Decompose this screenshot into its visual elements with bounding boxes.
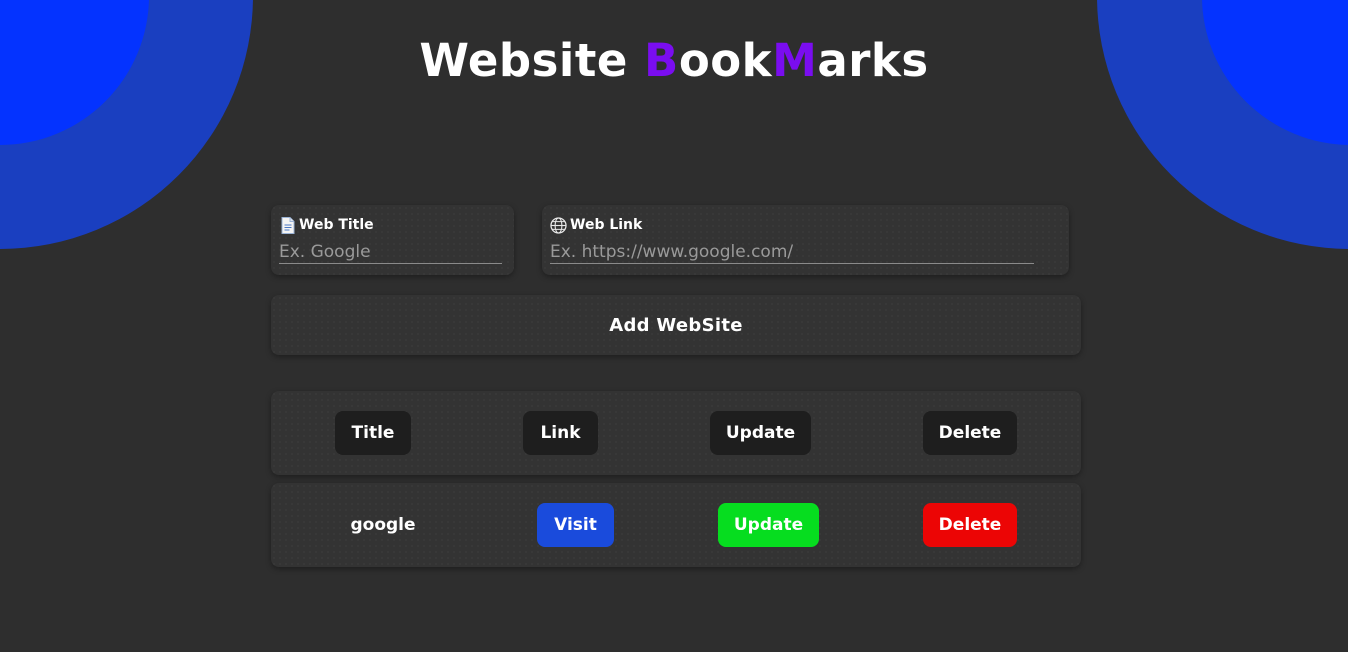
header-link: Link xyxy=(523,411,598,455)
web-title-input[interactable] xyxy=(279,242,502,264)
update-button[interactable]: Update xyxy=(718,503,819,547)
page: Website BookMarks Web Title Ex. Google W… xyxy=(0,0,1348,652)
title-text-ook: ook xyxy=(678,34,773,87)
table-header-row: Title Link Update Delete xyxy=(271,391,1081,475)
header-title: Title xyxy=(335,411,411,455)
web-title-label: Web Title xyxy=(279,214,506,236)
title-accent-m: M xyxy=(772,34,818,87)
web-link-input[interactable] xyxy=(550,242,1034,264)
title-text-website: Website xyxy=(419,34,645,87)
document-icon xyxy=(279,216,296,234)
web-link-field-card: Web Link xyxy=(542,205,1069,275)
globe-icon xyxy=(550,216,567,234)
title-accent-b: B xyxy=(644,34,679,87)
add-website-button[interactable]: Add WebSite xyxy=(271,295,1081,355)
header-delete: Delete xyxy=(923,411,1017,455)
web-title-label-text: Web Title xyxy=(299,217,374,233)
web-title-field-card: Web Title xyxy=(271,205,514,275)
web-link-label-text: Web Link xyxy=(570,217,643,233)
page-title: Website BookMarks xyxy=(0,34,1348,87)
title-text-arks: arks xyxy=(817,34,929,87)
web-link-label: Web Link xyxy=(550,214,1061,236)
row-title: google xyxy=(350,515,416,535)
table-row: google Visit Update Delete xyxy=(271,483,1081,567)
delete-button[interactable]: Delete xyxy=(923,503,1017,547)
header-update: Update xyxy=(710,411,811,455)
visit-button[interactable]: Visit xyxy=(537,503,614,547)
